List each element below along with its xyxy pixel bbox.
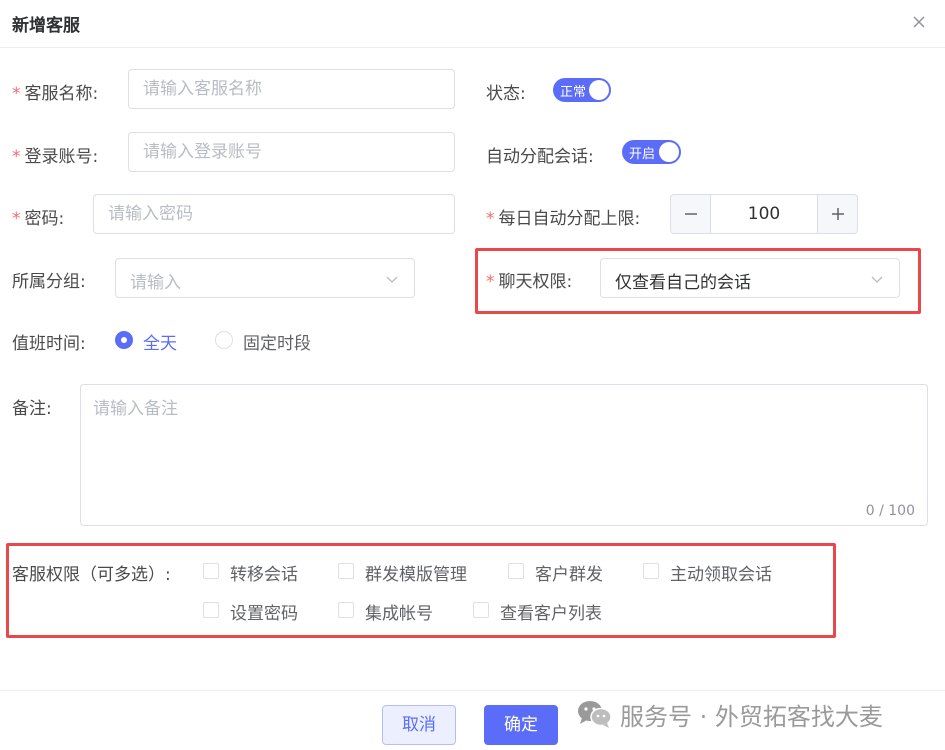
close-icon[interactable] — [909, 12, 929, 32]
group-select[interactable]: 请输入 — [115, 258, 415, 298]
status-switch-knob — [589, 80, 609, 100]
duty-time-label: 值班时间: — [12, 334, 86, 354]
permissions-label: 客服权限（可多选）: — [12, 565, 171, 585]
dialog-header: 新增客服 — [0, 0, 945, 48]
chevron-down-icon — [386, 276, 398, 283]
auto-assign-switch[interactable]: 开启 — [622, 140, 681, 164]
stepper-plus-button[interactable] — [817, 195, 857, 233]
checkbox-label: 群发模版管理 — [365, 565, 467, 585]
chat-permission-label: * 聊天权限: — [486, 272, 573, 292]
plus-icon — [832, 208, 844, 220]
checkbox-box — [643, 563, 659, 579]
radio-dot — [215, 331, 233, 349]
checkbox-label: 查看客户列表 — [500, 604, 602, 624]
status-switch[interactable]: 正常 — [553, 78, 611, 102]
minus-icon — [685, 213, 697, 215]
name-input[interactable] — [128, 69, 455, 109]
daily-limit-value[interactable]: 100 — [711, 204, 817, 224]
group-label: 所属分组: — [12, 272, 86, 292]
daily-limit-stepper[interactable]: 100 — [670, 194, 858, 234]
remark-counter: 0 / 100 — [865, 503, 915, 519]
group-select-placeholder: 请输入 — [130, 273, 181, 293]
auto-assign-label: 自动分配会话: — [486, 147, 594, 167]
watermark-text: 服务号 · 外贸拓客找大麦 — [620, 703, 883, 731]
chat-permission-select[interactable]: 仅查看自己的会话 — [600, 258, 900, 298]
remark-textarea[interactable] — [81, 385, 927, 525]
confirm-button[interactable]: 确定 — [484, 705, 558, 745]
radio-label: 固定时段 — [243, 334, 311, 354]
radio-label: 全天 — [143, 334, 177, 354]
account-input[interactable] — [128, 132, 455, 172]
checkbox-box — [338, 563, 354, 579]
checkbox-box — [508, 563, 524, 579]
checkbox-label: 客户群发 — [535, 565, 603, 585]
account-label: * 登录账号: — [12, 147, 99, 167]
checkbox-label: 主动领取会话 — [670, 565, 772, 585]
auto-assign-switch-text: 开启 — [629, 147, 656, 162]
remark-textarea-box: 0 / 100 — [80, 384, 928, 526]
dialog-title: 新增客服 — [12, 16, 80, 36]
checkbox-label: 集成帐号 — [365, 604, 433, 624]
remark-label: 备注: — [12, 399, 52, 419]
cancel-button[interactable]: 取消 — [382, 705, 456, 745]
wechat-icon — [578, 701, 612, 728]
password-input[interactable] — [93, 194, 455, 234]
checkbox-box — [203, 602, 219, 618]
checkbox-box — [203, 563, 219, 579]
status-label: 状态: — [486, 84, 526, 104]
name-label: * 客服名称: — [12, 84, 99, 104]
auto-assign-switch-knob — [659, 142, 679, 162]
checkbox-label: 转移会话 — [230, 565, 298, 585]
chevron-down-icon — [871, 276, 883, 283]
status-switch-text: 正常 — [560, 85, 587, 100]
checkbox-box — [473, 602, 489, 618]
stepper-minus-button[interactable] — [671, 195, 711, 233]
footer-divider — [0, 690, 945, 691]
radio-dot — [115, 331, 133, 349]
checkbox-label: 设置密码 — [230, 604, 298, 624]
chat-permission-value: 仅查看自己的会话 — [615, 273, 751, 293]
checkbox-box — [338, 602, 354, 618]
password-label: * 密码: — [12, 209, 65, 229]
daily-limit-label: * 每日自动分配上限: — [486, 209, 641, 229]
